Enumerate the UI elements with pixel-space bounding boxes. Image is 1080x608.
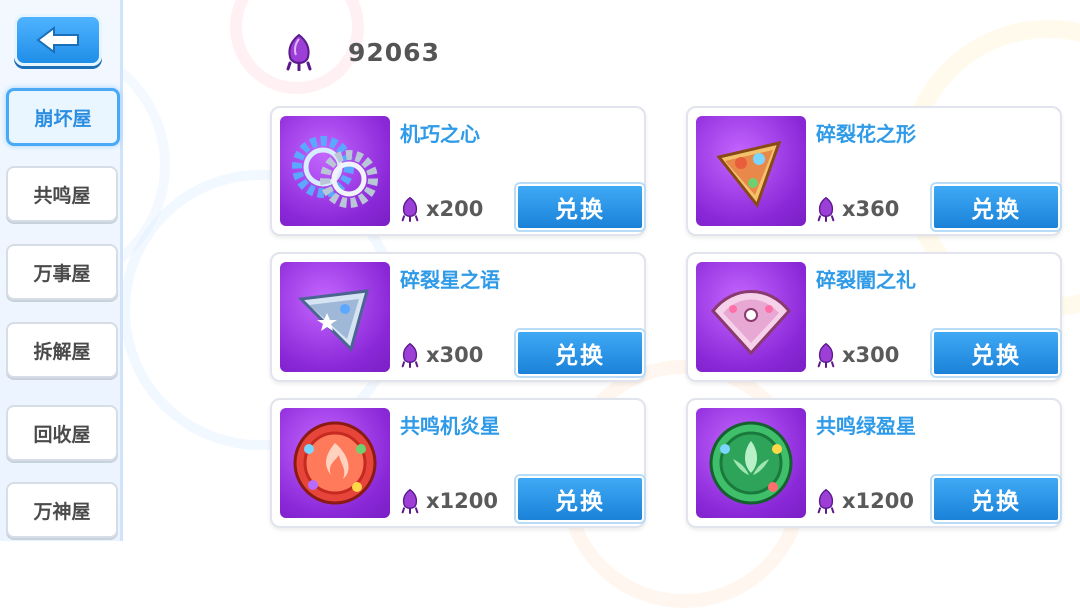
item-price: x360	[816, 196, 899, 222]
sidebar-item-chaijie[interactable]: 拆解屋	[6, 322, 118, 378]
sidebar-item-wanshi[interactable]: 万事屋	[6, 244, 118, 300]
item-cost: x1200	[426, 489, 498, 513]
shop-item-card: 共鸣机炎星 x1200 兑换	[270, 398, 646, 528]
twin-gears-icon	[292, 136, 378, 208]
purple-gem-icon	[817, 488, 835, 514]
currency-display: 92063	[284, 30, 440, 74]
purple-gem-icon	[401, 488, 419, 514]
item-name: 碎裂星之语	[400, 268, 500, 292]
purple-gem-icon	[817, 342, 835, 368]
shop-sidebar: 崩坏屋 共鸣屋 万事屋 拆解屋 回收屋 万神屋	[0, 0, 123, 541]
shop-item-card: 机巧之心 x200 兑换	[270, 106, 646, 236]
exchange-button[interactable]: 兑换	[930, 328, 1062, 378]
item-name: 共鸣机炎星	[400, 414, 500, 438]
dark-fragment-icon	[711, 290, 791, 356]
exchange-button[interactable]: 兑换	[930, 474, 1062, 524]
back-button[interactable]	[14, 14, 102, 66]
exchange-button[interactable]: 兑换	[930, 182, 1062, 232]
item-cost: x300	[842, 343, 900, 367]
back-arrow-icon	[36, 26, 79, 54]
exchange-button[interactable]: 兑换	[514, 328, 646, 378]
purple-gem-icon	[401, 342, 419, 368]
fire-star-icon	[293, 421, 377, 505]
item-name: 碎裂闇之礼	[816, 268, 916, 292]
item-image	[696, 116, 806, 226]
item-image	[280, 116, 390, 226]
exchange-button[interactable]: 兑换	[514, 474, 646, 524]
shop-item-card: 碎裂闇之礼 x300 兑换	[686, 252, 1062, 382]
sidebar-item-wanshen[interactable]: 万神屋	[6, 482, 118, 538]
shop-item-card: 共鸣绿盈星 x1200 兑换	[686, 398, 1062, 528]
item-name: 碎裂花之形	[816, 122, 916, 146]
purple-gem-icon	[286, 33, 312, 71]
exchange-button[interactable]: 兑换	[514, 182, 646, 232]
sidebar-item-benghuai[interactable]: 崩坏屋	[6, 88, 120, 146]
item-price: x200	[400, 196, 483, 222]
star-fragment-icon	[297, 289, 370, 352]
item-price: x1200	[400, 488, 498, 514]
purple-gem-icon	[401, 196, 419, 222]
green-star-icon	[709, 421, 793, 505]
item-image	[280, 408, 390, 518]
shop-item-card: 碎裂花之形 x360 兑换	[686, 106, 1062, 236]
currency-amount: 92063	[348, 37, 440, 67]
item-price: x1200	[816, 488, 914, 514]
item-image	[696, 408, 806, 518]
purple-gem-icon	[817, 196, 835, 222]
flower-fragment-icon	[716, 140, 782, 209]
sidebar-item-gongming[interactable]: 共鸣屋	[6, 166, 118, 222]
item-image	[696, 262, 806, 372]
item-cost: x200	[426, 197, 484, 221]
item-name: 机巧之心	[400, 122, 480, 146]
item-name: 共鸣绿盈星	[816, 414, 916, 438]
item-image	[280, 262, 390, 372]
item-cost: x300	[426, 343, 484, 367]
sidebar-item-huishou[interactable]: 回收屋	[6, 405, 118, 461]
item-cost: x1200	[842, 489, 914, 513]
item-price: x300	[400, 342, 483, 368]
item-cost: x360	[842, 197, 900, 221]
shop-item-card: 碎裂星之语 x300 兑换	[270, 252, 646, 382]
item-price: x300	[816, 342, 899, 368]
